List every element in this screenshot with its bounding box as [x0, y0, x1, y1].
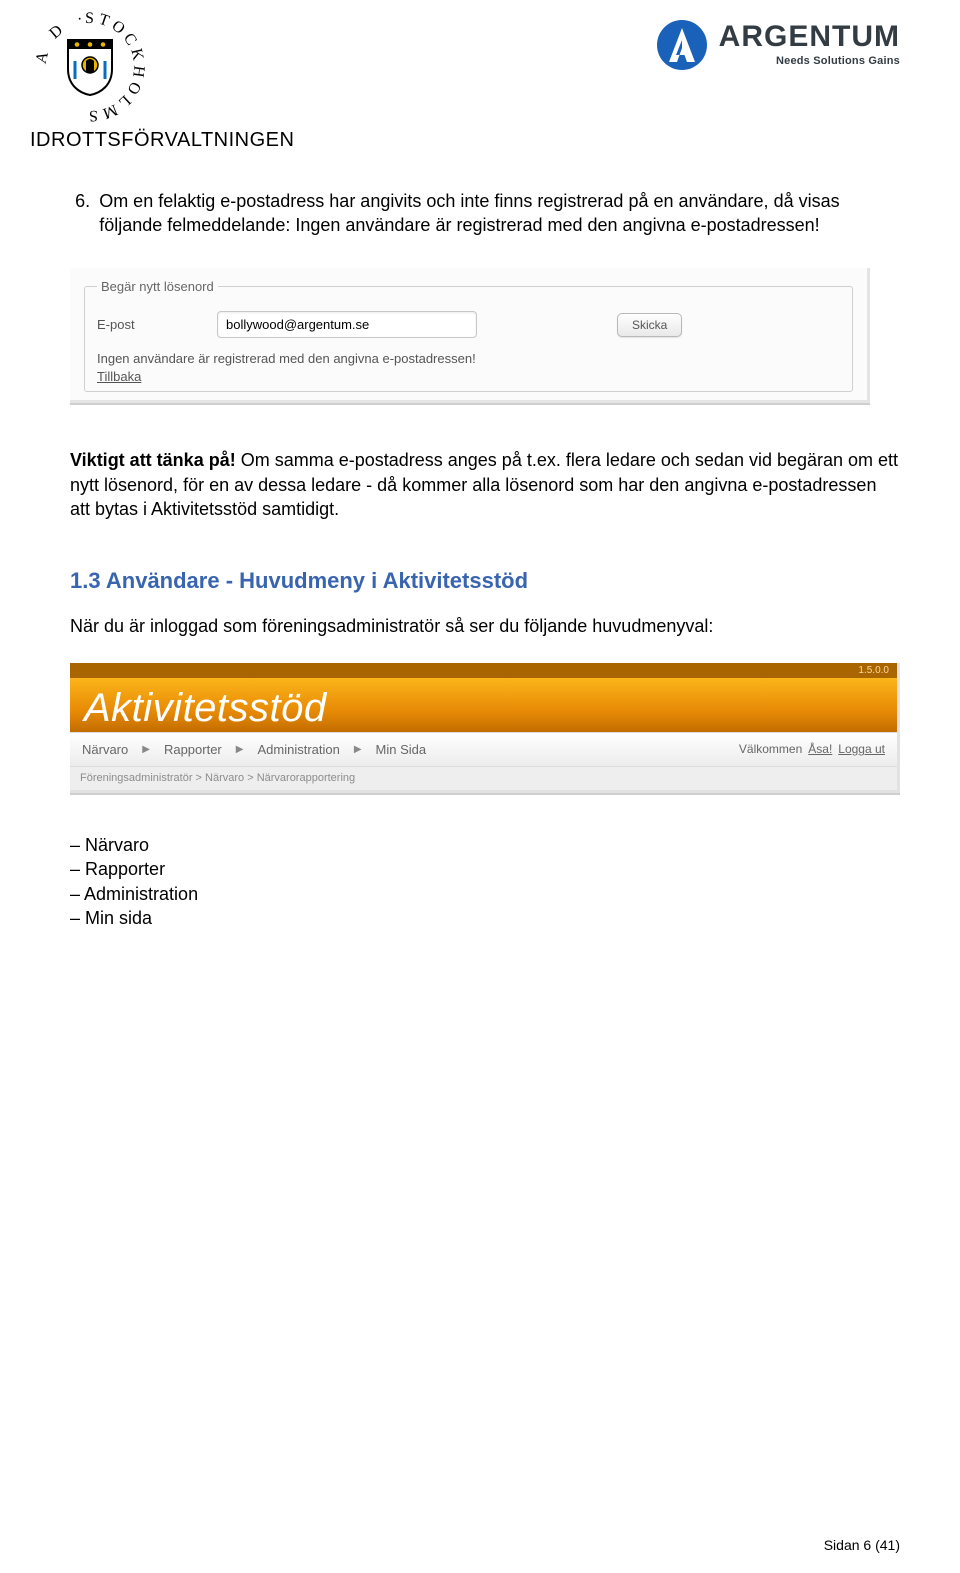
department-name: IDROTTSFÖRVALTNINGEN — [30, 127, 900, 154]
logout-link[interactable]: Logga ut — [838, 741, 885, 757]
chevron-right-icon: ▶ — [142, 743, 150, 757]
menu-list: Närvaro Rapporter Administration Min sid… — [70, 833, 900, 930]
shield-icon — [65, 37, 115, 97]
menu-item-administration[interactable]: Administration — [257, 741, 339, 759]
list-item: Min sida — [70, 906, 900, 930]
fieldset-legend: Begär nytt lösenord — [97, 278, 218, 296]
list-item: Administration — [70, 882, 900, 906]
numbered-paragraph: Om en felaktig e-postadress har angivits… — [95, 189, 900, 238]
chevron-right-icon: ▶ — [354, 743, 362, 757]
version-label: 1.5.0.0 — [70, 663, 897, 678]
welcome-prefix: Välkommen — [739, 741, 802, 757]
argentum-a-icon — [657, 20, 707, 70]
section-text: När du är inloggad som föreningsadminist… — [70, 614, 900, 638]
screenshot-main-menu: 1.5.0.0 Aktivitetsstöd Aktivitetsstöd Nä… — [70, 663, 900, 793]
email-field[interactable] — [217, 311, 477, 338]
page-header: STOCKHOLMS · S T A D · — [30, 12, 900, 122]
list-item: Rapporter — [70, 857, 900, 881]
email-label: E-post — [97, 316, 167, 334]
chevron-right-icon: ▶ — [236, 743, 244, 757]
page-number: Sidan 6 (41) — [824, 1536, 900, 1555]
list-item: Närvaro — [70, 833, 900, 857]
menu-item-rapporter[interactable]: Rapporter — [164, 741, 222, 759]
argentum-tagline: Needs Solutions Gains — [776, 54, 900, 69]
screenshot-password-reset: Begär nytt lösenord E-post Skicka Ingen … — [70, 268, 870, 404]
back-link[interactable]: Tillbaka — [97, 369, 141, 384]
banner-title: Aktivitetsstöd — [84, 686, 327, 730]
send-button[interactable]: Skicka — [617, 313, 682, 337]
stockholms-stad-logo: STOCKHOLMS · S T A D · — [30, 12, 150, 122]
error-message: Ingen användare är registrerad med den a… — [97, 350, 840, 368]
argentum-name: ARGENTUM — [719, 22, 900, 52]
important-note: Viktigt att tänka på! Om samma e-postadr… — [70, 448, 900, 521]
argentum-logo: ARGENTUM Needs Solutions Gains — [657, 20, 900, 70]
menu-item-narvaro[interactable]: Närvaro — [82, 741, 128, 759]
welcome-user[interactable]: Åsa! — [808, 741, 832, 757]
menu-item-minsida[interactable]: Min Sida — [376, 741, 427, 759]
important-bold: Viktigt att tänka på! — [70, 450, 236, 470]
section-heading: 1.3 Användare - Huvudmeny i Aktivitetsst… — [70, 566, 900, 596]
breadcrumb: Föreningsadministratör > Närvaro > Närva… — [70, 767, 897, 790]
